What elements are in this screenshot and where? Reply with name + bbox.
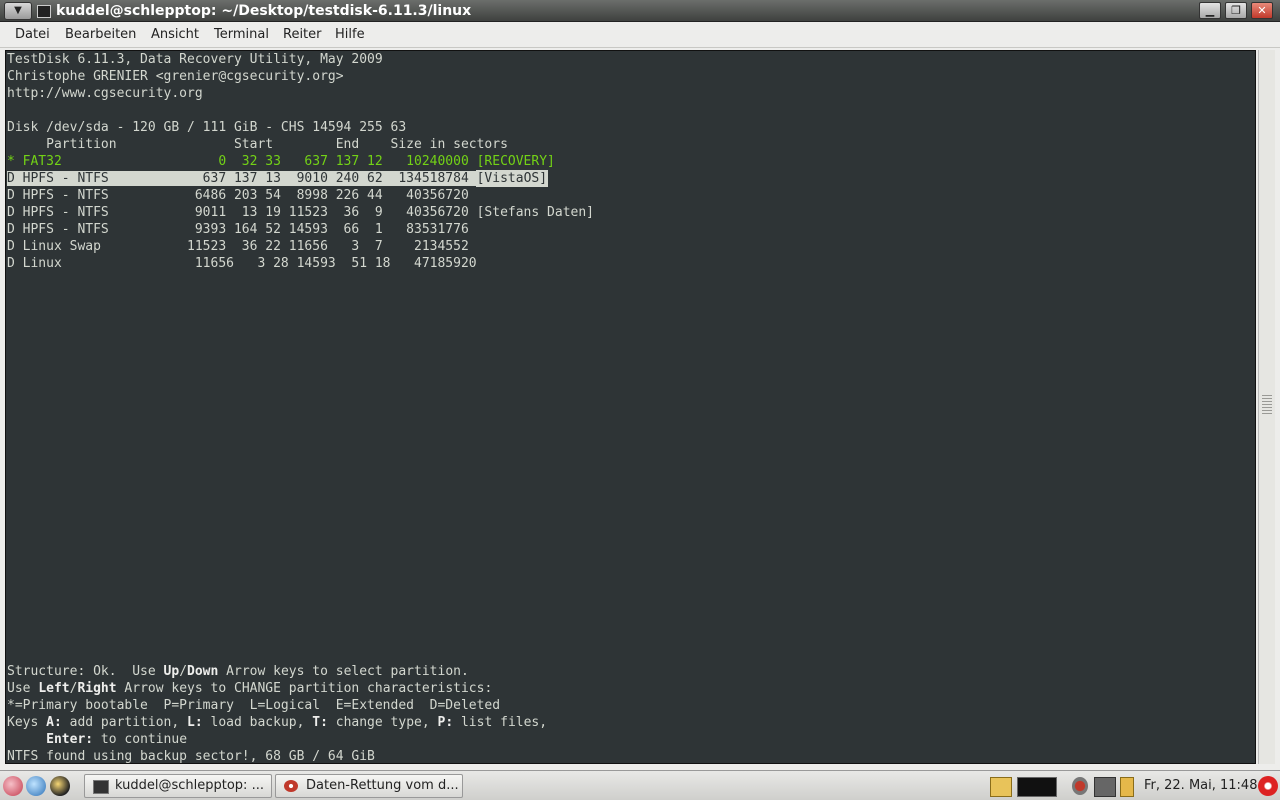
terminal-icon	[93, 780, 109, 794]
key-t: T:	[312, 715, 328, 730]
menu-ansicht[interactable]: Ansicht	[151, 27, 199, 42]
menubar: Datei Bearbeiten Ansicht Terminal Reiter…	[0, 22, 1280, 48]
menu-bearbeiten[interactable]: Bearbeiten	[65, 27, 136, 42]
help-line-2: Use Left/Right Arrow keys to CHANGE part…	[7, 680, 492, 697]
minimize-button[interactable]: ▁	[1199, 2, 1221, 19]
key-l: L:	[187, 715, 203, 730]
help-text: Arrow keys to select partition.	[218, 664, 469, 679]
battery-icon[interactable]	[1120, 777, 1134, 797]
menu-terminal[interactable]: Terminal	[214, 27, 269, 42]
partition-row[interactable]: D HPFS - NTFS 9011 13 19 11523 36 9 4035…	[7, 204, 594, 221]
taskbar: kuddel@schlepptop: ... Daten-Rettung vom…	[0, 770, 1280, 800]
taskbar-item-browser[interactable]: Daten-Rettung vom d...	[275, 774, 463, 798]
help-line-5: Enter: to continue	[7, 731, 187, 748]
window-titlebar[interactable]: ▼ kuddel@schlepptop: ~/Desktop/testdisk-…	[0, 0, 1280, 22]
system-monitor-icon[interactable]	[1017, 777, 1057, 797]
key-left: Left	[38, 681, 70, 696]
help-text: load backup,	[202, 715, 313, 730]
status-message: NTFS found using backup sector!, 68 GB /…	[7, 749, 375, 764]
help-text: add partition,	[61, 715, 188, 730]
browser-icon	[284, 780, 298, 792]
help-text: to continue	[93, 732, 188, 747]
help-text	[7, 732, 46, 747]
debian-menu-icon[interactable]	[3, 776, 23, 796]
partition-column-header: Partition Start End Size in sectors	[7, 137, 508, 152]
disk-info-line: Disk /dev/sda - 120 GB / 111 GiB - CHS 1…	[7, 120, 407, 135]
power-icon[interactable]	[1258, 776, 1278, 796]
help-text: Use	[7, 681, 39, 696]
help-line-3: *=Primary bootable P=Primary L=Logical E…	[7, 698, 501, 713]
help-text: Arrow keys to CHANGE partition character…	[116, 681, 493, 696]
partition-row[interactable]: D HPFS - NTFS 9393 164 52 14593 66 1 835…	[7, 221, 469, 238]
partition-row[interactable]: D Linux 11656 3 28 14593 51 18 47185920	[7, 255, 477, 272]
partition-row[interactable]: D HPFS - NTFS 6486 203 54 8998 226 44 40…	[7, 187, 469, 204]
taskbar-item-label: kuddel@schlepptop: ...	[115, 778, 264, 793]
browser-launcher-icon[interactable]	[26, 776, 46, 796]
partition-row-selected[interactable]: D HPFS - NTFS 637 137 13 9010 240 62 134…	[7, 170, 549, 187]
help-text: Keys	[7, 715, 47, 730]
key-enter: Enter:	[46, 732, 94, 747]
mail-icon[interactable]	[990, 777, 1012, 797]
key-a: A:	[46, 715, 62, 730]
taskbar-item-label: Daten-Rettung vom d...	[306, 778, 459, 793]
network-icon[interactable]	[1072, 777, 1088, 795]
help-line-1: Structure: Ok. Use Up/Down Arrow keys to…	[7, 663, 469, 680]
header-line-2: Christophe GRENIER <grenier@cgsecurity.o…	[7, 69, 344, 84]
menu-datei[interactable]: Datei	[15, 27, 50, 42]
menu-hilfe[interactable]: Hilfe	[335, 27, 365, 42]
printer-icon[interactable]	[1094, 777, 1116, 797]
help-text: change type,	[327, 715, 438, 730]
help-text: list files,	[453, 715, 548, 730]
header-line-1: TestDisk 6.11.3, Data Recovery Utility, …	[7, 52, 383, 67]
key-up: Up	[163, 664, 180, 679]
window-menu-button[interactable]: ▼	[4, 2, 32, 20]
window-title: kuddel@schlepptop: ~/Desktop/testdisk-6.…	[56, 3, 472, 19]
header-line-3: http://www.cgsecurity.org	[7, 86, 203, 101]
key-right: Right	[77, 681, 117, 696]
key-p: P:	[437, 715, 454, 730]
help-text: /	[179, 664, 188, 679]
partition-row-text: D HPFS - NTFS 637 137 13 9010 240 62 134…	[7, 171, 477, 186]
key-down: Down	[187, 664, 219, 679]
partition-row[interactable]: * FAT32 0 32 33 637 137 12 10240000 [REC…	[7, 153, 555, 170]
terminal-scrollbar[interactable]	[1258, 50, 1275, 764]
help-text: Structure: Ok. Use	[7, 664, 164, 679]
scrollbar-grip[interactable]	[1262, 395, 1272, 415]
close-button[interactable]: ✕	[1251, 2, 1273, 19]
taskbar-item-terminal[interactable]: kuddel@schlepptop: ...	[84, 774, 272, 798]
partition-label: [VistaOS]	[475, 170, 549, 187]
help-line-4: Keys A: add partition, L: load backup, T…	[7, 714, 547, 731]
maximize-button[interactable]: ❐	[1225, 2, 1247, 19]
terminal-output[interactable]: TestDisk 6.11.3, Data Recovery Utility, …	[5, 50, 1256, 764]
terminal-app-icon	[37, 5, 51, 18]
clock[interactable]: Fr, 22. Mai, 11:48	[1144, 778, 1257, 793]
app-launcher-icon[interactable]	[50, 776, 70, 796]
partition-row[interactable]: D Linux Swap 11523 36 22 11656 3 7 21345…	[7, 238, 469, 255]
menu-reiter[interactable]: Reiter	[283, 27, 322, 42]
